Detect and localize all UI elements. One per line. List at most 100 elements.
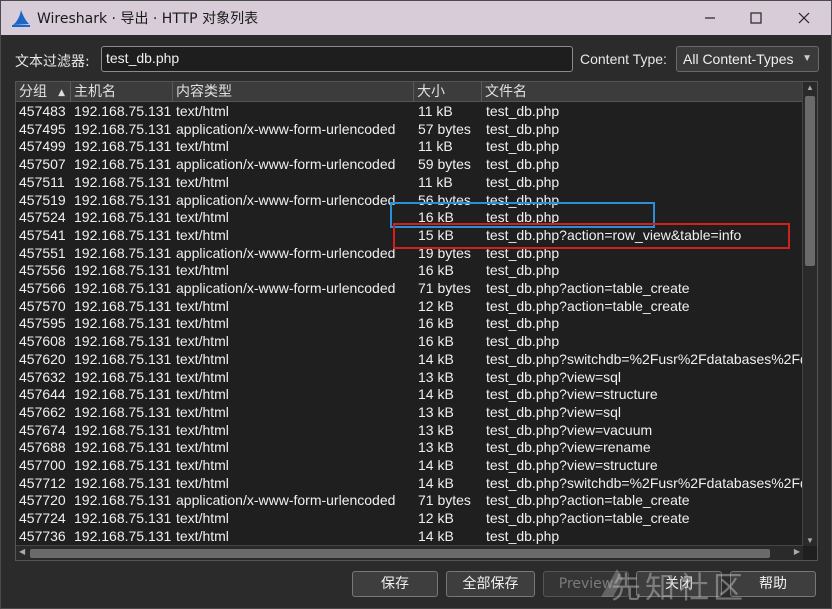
cell-size: 13 kB bbox=[418, 421, 454, 438]
save-all-button[interactable]: 全部保存 bbox=[446, 571, 535, 597]
text-filter-input[interactable]: test_db.php bbox=[101, 46, 573, 72]
cell-packet: 457499 bbox=[19, 138, 66, 155]
cell-content-type: application/x-www-form-urlencoded bbox=[176, 156, 396, 173]
table-row[interactable]: 457483 192.168.75.131 text/html 11 kB test_d… bbox=[16, 103, 803, 121]
cell-hostname: 192.168.75.131 bbox=[74, 156, 172, 173]
table-row[interactable]: 457644 192.168.75.131 text/html 14 kB test_d… bbox=[16, 386, 803, 404]
table-row[interactable]: 457632 192.168.75.131 text/html 13 kB test_d… bbox=[16, 369, 803, 387]
cell-content-type: text/html bbox=[176, 368, 229, 385]
cell-hostname: 192.168.75.131 bbox=[74, 527, 172, 544]
cell-content-type: application/x-www-form-urlencoded bbox=[176, 244, 396, 261]
table-row[interactable]: 457700 192.168.75.131 text/html 14 kB test_d… bbox=[16, 457, 803, 475]
filter-label: 文本过滤器: bbox=[15, 54, 90, 70]
scroll-up-icon[interactable]: ▲ bbox=[806, 83, 814, 92]
cell-packet: 457662 bbox=[19, 403, 66, 420]
cell-hostname: 192.168.75.131 bbox=[74, 403, 172, 420]
cell-packet: 457700 bbox=[19, 457, 66, 473]
cell-hostname: 192.168.75.131 bbox=[74, 510, 172, 527]
cell-size: 14 kB bbox=[418, 527, 454, 544]
vertical-scrollbar[interactable]: ▲ ▼ bbox=[802, 82, 817, 546]
cell-packet: 457556 bbox=[19, 262, 66, 279]
column-header-packet[interactable]: 分组 ▲ bbox=[16, 82, 71, 102]
cell-size: 13 kB bbox=[418, 403, 454, 420]
table-row[interactable]: 457724 192.168.75.131 text/html 12 kB test_d… bbox=[16, 510, 803, 528]
table-row[interactable]: 457595 192.168.75.131 text/html 16 kB test_d… bbox=[16, 315, 803, 333]
table-row[interactable]: 457499 192.168.75.131 text/html 11 kB test_d… bbox=[16, 138, 803, 156]
table-row[interactable]: 457720 192.168.75.131 application/x-www-fo… bbox=[16, 492, 803, 510]
table-row[interactable]: 457712 192.168.75.131 text/html 14 kB test_d… bbox=[16, 475, 803, 493]
table-header: 分组 ▲ 主机名 内容类型 大小 文件名 bbox=[16, 82, 803, 102]
cell-size: 14 kB bbox=[418, 350, 454, 367]
watermark-text: 先知社区 bbox=[611, 571, 747, 606]
table-row[interactable]: 457511 192.168.75.131 text/html 11 kB test_d… bbox=[16, 174, 803, 192]
cell-size: 71 bytes bbox=[418, 492, 471, 509]
cell-packet: 457724 bbox=[19, 510, 66, 527]
maximize-icon[interactable] bbox=[733, 1, 779, 35]
horizontal-scroll-thumb[interactable] bbox=[30, 549, 770, 558]
table-row[interactable]: 457556 192.168.75.131 text/html 16 kB test_d… bbox=[16, 262, 803, 280]
title-bar[interactable]: Wireshark · 导出 · HTTP 对象列表 bbox=[1, 1, 831, 35]
scroll-down-icon[interactable]: ▼ bbox=[806, 536, 814, 545]
cell-content-type: text/html bbox=[176, 297, 229, 314]
column-header-filename[interactable]: 文件名 bbox=[482, 82, 803, 102]
scroll-left-icon[interactable]: ◀ bbox=[19, 547, 25, 556]
horizontal-scrollbar[interactable]: ◀ ▶ bbox=[16, 545, 803, 560]
table-row[interactable]: 457620 192.168.75.131 text/html 14 kB test_d… bbox=[16, 351, 803, 369]
table-row[interactable]: 457674 192.168.75.131 text/html 13 kB test_d… bbox=[16, 422, 803, 440]
column-header-hostname[interactable]: 主机名 bbox=[71, 82, 173, 102]
cell-filename: test_db.php?view=vacuum bbox=[486, 421, 653, 438]
table-row[interactable]: 457566 192.168.75.131 application/x-www-fo… bbox=[16, 280, 803, 298]
column-header-content-type[interactable]: 内容类型 bbox=[173, 82, 414, 102]
table-row[interactable]: 457662 192.168.75.131 text/html 13 kB test_d… bbox=[16, 404, 803, 422]
cell-filename: test_db.php?switchdb=%2Fusr%2Fdatabases%… bbox=[486, 474, 803, 491]
cell-size: 16 kB bbox=[418, 262, 454, 279]
cell-size: 16 kB bbox=[418, 333, 454, 350]
table-row[interactable]: 457608 192.168.75.131 text/html 16 kB test_d… bbox=[16, 333, 803, 351]
table-row[interactable]: 457570 192.168.75.131 text/html 12 kB test_d… bbox=[16, 298, 803, 316]
cell-hostname: 192.168.75.131 bbox=[74, 386, 172, 403]
cell-size: 13 kB bbox=[418, 368, 454, 385]
cell-packet: 457688 bbox=[19, 439, 66, 456]
cell-packet: 457736 bbox=[19, 527, 66, 544]
cell-hostname: 192.168.75.131 bbox=[74, 244, 172, 261]
cell-hostname: 192.168.75.131 bbox=[74, 262, 172, 279]
table-row[interactable]: 457688 192.168.75.131 text/html 13 kB test_d… bbox=[16, 439, 803, 457]
cell-packet: 457524 bbox=[19, 209, 66, 226]
minimize-icon[interactable] bbox=[687, 1, 733, 35]
cell-hostname: 192.168.75.131 bbox=[74, 191, 172, 208]
cell-packet: 457541 bbox=[19, 226, 66, 243]
cell-packet: 457632 bbox=[19, 368, 66, 385]
cell-packet: 457644 bbox=[19, 386, 66, 403]
cell-hostname: 192.168.75.131 bbox=[74, 350, 172, 367]
cell-content-type: application/x-www-form-urlencoded bbox=[176, 492, 396, 509]
cell-packet: 457570 bbox=[19, 297, 66, 314]
content-type-select[interactable]: All Content-Types ▼ bbox=[676, 46, 819, 72]
cell-size: 11 kB bbox=[418, 103, 453, 119]
http-object-table: 分组 ▲ 主机名 内容类型 大小 文件名 457483 192.168.75.13… bbox=[15, 81, 818, 561]
chevron-down-icon: ▼ bbox=[802, 53, 812, 64]
column-header-size[interactable]: 大小 bbox=[414, 82, 482, 102]
save-button[interactable]: 保存 bbox=[352, 571, 438, 597]
cell-hostname: 192.168.75.131 bbox=[74, 173, 172, 190]
cell-size: 14 kB bbox=[418, 474, 454, 491]
cell-content-type: text/html bbox=[176, 403, 229, 420]
cell-filename: test_db.php bbox=[486, 156, 560, 173]
table-body: 457483 192.168.75.131 text/html 11 kB test_d… bbox=[16, 103, 803, 546]
table-row[interactable]: 457495 192.168.75.131 application/x-www-fo… bbox=[16, 121, 803, 139]
cell-hostname: 192.168.75.131 bbox=[74, 439, 172, 456]
cell-packet: 457551 bbox=[19, 244, 66, 261]
vertical-scroll-thumb[interactable] bbox=[805, 96, 815, 266]
cell-filename: test_db.php?switchdb=%2Fusr%2Fdatabases%… bbox=[486, 350, 803, 367]
cell-packet: 457495 bbox=[19, 120, 66, 137]
table-row[interactable]: 457507 192.168.75.131 application/x-www-fo… bbox=[16, 156, 803, 174]
cell-filename: test_db.php?view=sql bbox=[486, 403, 622, 420]
close-icon[interactable] bbox=[781, 1, 827, 35]
cell-content-type: text/html bbox=[176, 103, 229, 119]
scroll-right-icon[interactable]: ▶ bbox=[794, 547, 800, 556]
cell-filename: test_db.php bbox=[486, 262, 560, 279]
table-row[interactable]: 457736 192.168.75.131 text/html 14 kB test_d… bbox=[16, 528, 803, 546]
cell-content-type: text/html bbox=[176, 510, 229, 527]
cell-content-type: text/html bbox=[176, 474, 229, 491]
cell-content-type: application/x-www-form-urlencoded bbox=[176, 280, 396, 296]
cell-filename: test_db.php?action=table_create bbox=[486, 492, 690, 509]
